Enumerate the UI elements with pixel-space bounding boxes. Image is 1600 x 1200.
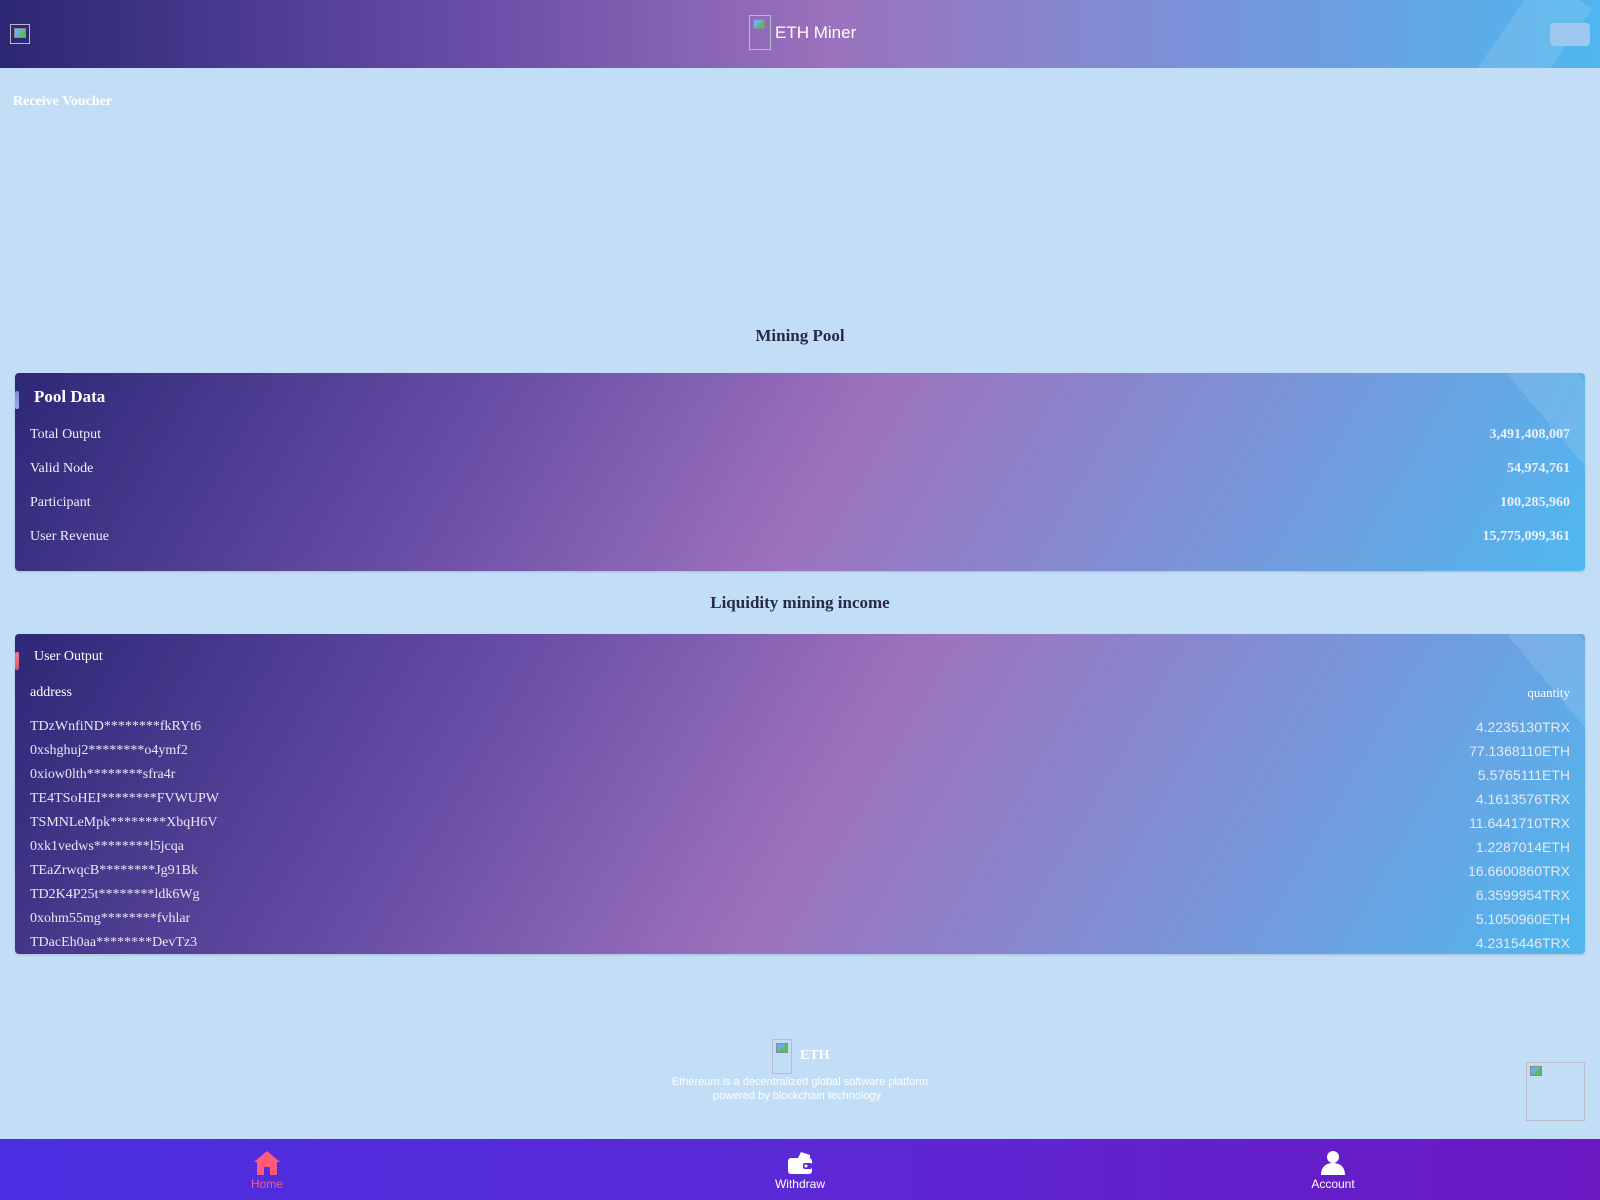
home-icon: [254, 1151, 280, 1175]
user-icon: [1321, 1151, 1345, 1175]
stat-participant: Participant 100,285,960: [30, 495, 1570, 515]
row-address: 0xiow0lth********sfra4r: [30, 767, 176, 782]
footer-description: Ethereum is a decentralized global softw…: [671, 1076, 929, 1102]
tab-home-label: Home: [250, 1177, 283, 1191]
card-decoration: [1507, 634, 1585, 728]
row-address: 0xk1vedws********l5jcqa: [30, 839, 184, 854]
tab-home[interactable]: Home: [207, 1139, 327, 1200]
mining-pool-title: Mining Pool: [755, 326, 845, 345]
pool-data-card: Pool Data Total Output 3,491,408,007 Val…: [15, 373, 1585, 571]
tab-withdraw[interactable]: Withdraw: [740, 1139, 860, 1200]
row-address: TDzWnfiND********fkRYt6: [30, 719, 202, 734]
row-quantity: 5.1050960ETH: [1475, 911, 1570, 927]
row-address: TSMNLeMpk********XbqH6V: [30, 815, 218, 830]
language-button[interactable]: [1550, 23, 1590, 46]
row-address: TD2K4P25t********ldk6Wg: [30, 887, 200, 902]
list-item: 0xshghuj2********o4ymf2 77.1368110ETH: [30, 743, 1570, 767]
row-quantity: 77.1368110ETH: [1469, 743, 1570, 759]
list-item: 0xohm55mg********fvhlar 5.1050960ETH: [30, 911, 1570, 935]
stat-value: 54,974,761: [1507, 461, 1570, 476]
tab-withdraw-label: Withdraw: [774, 1177, 825, 1191]
row-address: 0xshghuj2********o4ymf2: [30, 743, 188, 758]
list-item: TDzWnfiND********fkRYt6 4.2235130TRX: [30, 719, 1570, 743]
customer-service-float-button[interactable]: [1526, 1062, 1585, 1121]
output-table-header: address quantity: [30, 685, 1570, 705]
stat-value: 100,285,960: [1500, 495, 1570, 510]
row-address: TE4TSoHEI********FVWUPW: [30, 791, 219, 806]
stat-total-output: Total Output 3,491,408,007: [30, 427, 1570, 447]
stat-label: User Revenue: [30, 529, 109, 544]
tab-account[interactable]: Account: [1273, 1139, 1393, 1200]
stat-label: Valid Node: [30, 461, 94, 476]
list-item: TSMNLeMpk********XbqH6V 11.6441710TRX: [30, 815, 1570, 839]
row-quantity: 16.6600860TRX: [1468, 863, 1570, 879]
list-item: TEaZrwqcB********Jg91Bk 16.6600860TRX: [30, 863, 1570, 887]
user-output-title: User Output: [34, 649, 103, 664]
stat-valid-node: Valid Node 54,974,761: [30, 461, 1570, 481]
list-item: TDacEh0aa********DevTz3 4.2315446TRX: [30, 935, 1570, 954]
liquidity-income-title: Liquidity mining income: [710, 593, 890, 612]
eth-logo: [772, 1039, 792, 1074]
row-quantity: 1.2287014ETH: [1475, 839, 1570, 855]
stat-value: 15,775,099,361: [1482, 529, 1571, 544]
receive-voucher-link[interactable]: Receive Voucher: [13, 94, 112, 110]
stat-value: 3,491,408,007: [1489, 427, 1571, 442]
list-item: 0xiow0lth********sfra4r 5.5765111ETH: [30, 767, 1570, 791]
tab-account-label: Account: [1311, 1177, 1355, 1191]
app-logo: [749, 15, 771, 50]
app-header: ETH Miner: [0, 0, 1600, 68]
output-list[interactable]: TDzWnfiND********fkRYt6 4.2235130TRX 0xsh…: [30, 719, 1570, 954]
row-quantity: 5.5765111ETH: [1477, 767, 1570, 783]
row-quantity: 11.6441710TRX: [1469, 815, 1570, 831]
column-quantity: quantity: [1527, 685, 1570, 700]
row-quantity: 6.3599954TRX: [1475, 887, 1570, 903]
stat-label: Total Output: [30, 427, 101, 442]
footer-brand: ETH: [800, 1048, 830, 1063]
list-item: 0xk1vedws********l5jcqa 1.2287014ETH: [30, 839, 1570, 863]
row-address: TDacEh0aa********DevTz3: [30, 935, 198, 950]
column-address: address: [30, 685, 72, 700]
bottom-tab-bar: Home Withdraw Account: [0, 1139, 1600, 1200]
row-quantity: 4.2315446TRX: [1475, 935, 1570, 951]
back-icon[interactable]: [10, 24, 30, 44]
list-item: TD2K4P25t********ldk6Wg 6.3599954TRX: [30, 887, 1570, 911]
row-quantity: 4.2235130TRX: [1475, 719, 1570, 735]
row-address: 0xohm55mg********fvhlar: [30, 911, 191, 926]
card-decoration: [1507, 373, 1585, 467]
row-address: TEaZrwqcB********Jg91Bk: [30, 863, 198, 878]
wallet-icon: [788, 1152, 812, 1174]
row-quantity: 4.1613576TRX: [1475, 791, 1570, 807]
pool-data-title: Pool Data: [34, 387, 106, 406]
card-accent-bar: [15, 391, 19, 409]
app-title: ETH Miner: [775, 23, 857, 42]
user-output-card: User Output address quantity TDzWnfiND**…: [15, 634, 1585, 954]
stat-user-revenue: User Revenue 15,775,099,361: [30, 529, 1570, 549]
stat-label: Participant: [30, 495, 91, 510]
list-item: TE4TSoHEI********FVWUPW 4.1613576TRX: [30, 791, 1570, 815]
card-accent-bar: [15, 652, 19, 670]
